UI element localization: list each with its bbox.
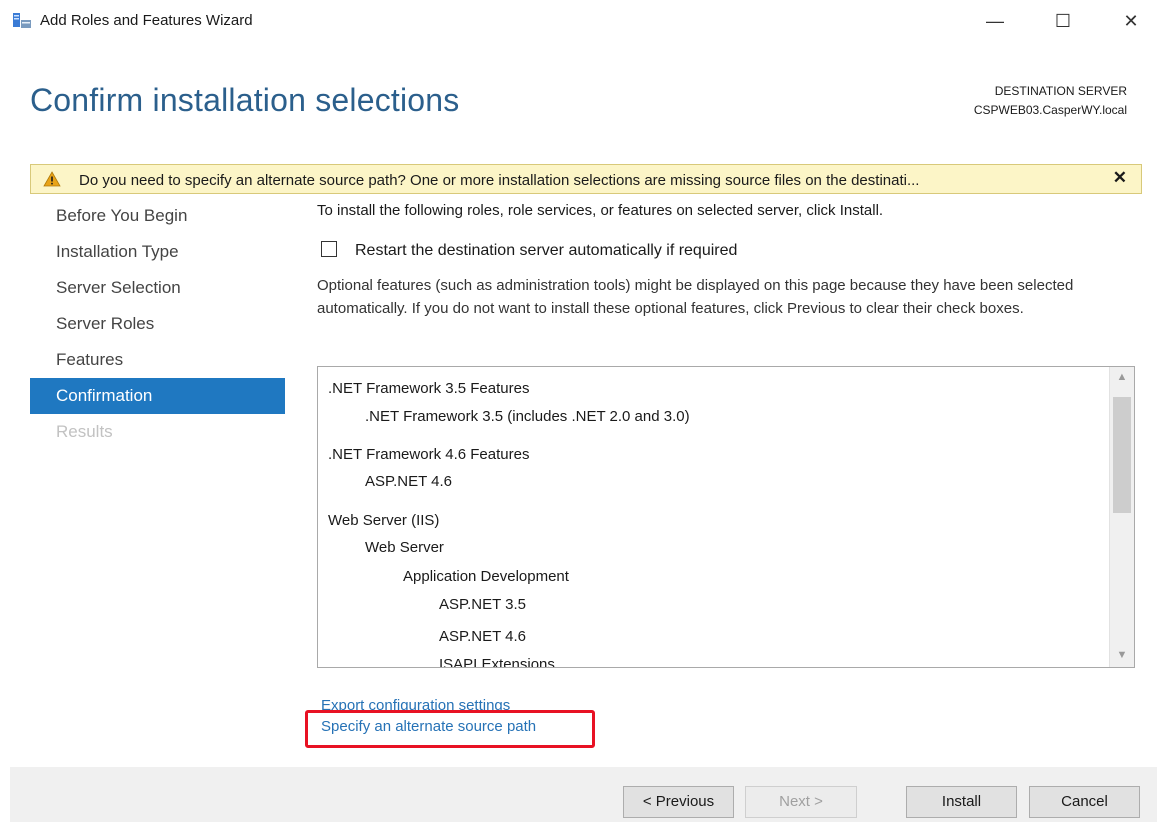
close-button[interactable]: ✕	[1108, 6, 1154, 36]
optional-features-text: Optional features (such as administratio…	[317, 277, 1074, 317]
list-item: Web Server	[365, 539, 444, 556]
list-item: Web Server (IIS)	[328, 512, 440, 529]
server-manager-icon	[13, 13, 31, 28]
install-button[interactable]: Install	[906, 786, 1017, 818]
wizard-nav: Before You Begin Installation Type Serve…	[30, 198, 285, 450]
destination-label: DESTINATION SERVER	[994, 84, 1127, 98]
list-item: .NET Framework 3.5 Features	[328, 380, 530, 397]
title-bar: Add Roles and Features Wizard — ☐ ✕	[0, 0, 1157, 44]
restart-checkbox[interactable]	[321, 241, 337, 257]
list-item: .NET Framework 4.6 Features	[328, 446, 530, 463]
features-list[interactable]: .NET Framework 3.5 Features .NET Framewo…	[317, 366, 1135, 668]
page-title: Confirm installation selections	[30, 82, 460, 118]
features-scrollbar[interactable]: ▲ ▼	[1109, 367, 1134, 667]
cancel-button[interactable]: Cancel	[1029, 786, 1140, 818]
nav-item-confirmation[interactable]: Confirmation	[30, 378, 285, 414]
nav-item-server-roles[interactable]: Server Roles	[30, 306, 285, 342]
warning-text: Do you need to specify an alternate sour…	[79, 172, 920, 189]
nav-item-server-selection[interactable]: Server Selection	[30, 270, 285, 306]
scrollbar-thumb[interactable]	[1113, 397, 1131, 513]
next-button: Next >	[745, 786, 857, 818]
nav-item-installation-type[interactable]: Installation Type	[30, 234, 285, 270]
destination-server-info: DESTINATION SERVER CSPWEB03.CasperWY.loc…	[974, 82, 1127, 120]
minimize-button[interactable]: —	[972, 6, 1018, 36]
list-item: ASP.NET 4.6	[365, 473, 452, 490]
list-item: ASP.NET 3.5	[439, 596, 526, 613]
nav-item-features[interactable]: Features	[30, 342, 285, 378]
list-item: ISAPI Extensions	[439, 656, 555, 668]
warning-close-icon[interactable]: ✕	[1113, 168, 1127, 188]
previous-button[interactable]: < Previous	[623, 786, 734, 818]
intro-text: To install the following roles, role ser…	[317, 202, 884, 219]
warning-icon	[43, 171, 61, 187]
maximize-button[interactable]: ☐	[1040, 6, 1086, 36]
list-item: .NET Framework 3.5 (includes .NET 2.0 an…	[365, 408, 690, 425]
nav-item-results: Results	[56, 422, 113, 441]
list-item: ASP.NET 4.6	[439, 628, 526, 645]
scroll-up-icon[interactable]: ▲	[1110, 371, 1134, 383]
warning-bar: Do you need to specify an alternate sour…	[30, 164, 1142, 194]
list-item: Application Development	[403, 568, 569, 585]
restart-checkbox-label[interactable]: Restart the destination server automatic…	[355, 242, 737, 260]
destination-server-name: CSPWEB03.CasperWY.local	[973, 103, 1127, 117]
highlight-annotation	[305, 710, 595, 748]
scroll-down-icon[interactable]: ▼	[1110, 649, 1134, 661]
window-title: Add Roles and Features Wizard	[40, 12, 253, 29]
nav-item-before-you-begin[interactable]: Before You Begin	[30, 198, 285, 234]
